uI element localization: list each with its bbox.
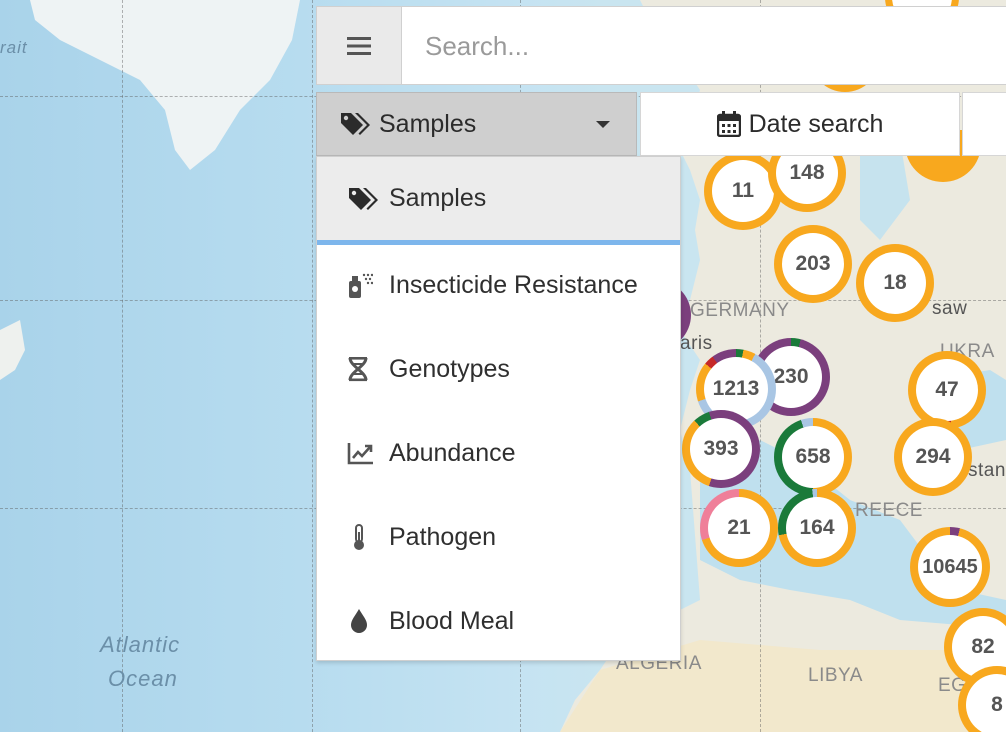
tint-icon	[347, 607, 381, 635]
dropdown-item-insecticide-resistance[interactable]: Insecticide Resistance	[317, 243, 680, 327]
view-select-button[interactable]: Samples	[316, 92, 637, 156]
caret-down-icon	[596, 121, 610, 128]
ocean-label: Ocean	[108, 666, 178, 691]
cluster-count: 393	[690, 418, 752, 480]
dropdown-item-label: Blood Meal	[389, 606, 515, 635]
cluster-count: 203	[782, 233, 844, 295]
dropdown-item-samples[interactable]: Samples	[317, 157, 680, 245]
cluster-count: 658	[782, 426, 844, 488]
toolbar-button[interactable]	[962, 92, 1006, 156]
dropdown-item-label: Genotypes	[389, 354, 510, 383]
strait-label: rait	[0, 38, 28, 57]
dropdown-item-label: Pathogen	[389, 522, 497, 551]
cluster-marker[interactable]: 10645	[910, 527, 990, 607]
grid-line	[312, 0, 313, 732]
tags-icon	[347, 185, 381, 213]
cluster-count: 8	[966, 674, 1006, 732]
city-label-paris: aris	[680, 333, 713, 354]
hamburger-icon	[347, 36, 371, 55]
thermometer-icon	[347, 523, 381, 551]
cluster-count: 18	[864, 252, 926, 314]
cluster-count: 11	[712, 160, 774, 222]
spray-can-icon	[347, 271, 381, 299]
dropdown-item-label: Abundance	[389, 438, 516, 467]
dropdown-item-genotypes[interactable]: Genotypes	[317, 327, 680, 411]
cluster-marker[interactable]: 203	[774, 225, 852, 303]
country-label-germany: GERMANY	[690, 300, 790, 321]
cluster-count: 21	[708, 497, 770, 559]
dropdown-item-abundance[interactable]: Abundance	[317, 411, 680, 495]
ocean-label: Atlantic	[100, 632, 181, 657]
dropdown-item-label: Insecticide Resistance	[389, 270, 638, 299]
cluster-marker[interactable]: 164	[778, 489, 856, 567]
grid-line	[122, 0, 123, 732]
cluster-count: 10645	[918, 535, 982, 599]
cluster-marker[interactable]: 658	[774, 418, 852, 496]
country-label-greece: REECE	[855, 500, 923, 521]
cluster-marker[interactable]: 47	[908, 351, 986, 429]
cluster-marker[interactable]: 21	[700, 489, 778, 567]
cluster-marker[interactable]: 393	[682, 410, 760, 488]
cluster-count: 47	[916, 359, 978, 421]
dropdown-item-blood-meal[interactable]: Blood Meal	[317, 579, 680, 663]
chart-line-icon	[347, 439, 381, 467]
view-dropdown-menu: Samples Insecticide Resistance Genotypes…	[316, 156, 681, 661]
search-bar	[316, 6, 1006, 86]
calendar-icon	[716, 111, 741, 137]
cluster-count: 294	[902, 426, 964, 488]
dropdown-item-label: Samples	[389, 184, 487, 212]
cluster-count: 164	[786, 497, 848, 559]
city-label-warsaw: saw	[932, 298, 968, 319]
date-search-button[interactable]: Date search	[640, 92, 960, 156]
dropdown-item-pathogen[interactable]: Pathogen	[317, 495, 680, 579]
search-input[interactable]	[403, 7, 1006, 86]
view-select-label: Samples	[379, 109, 477, 138]
city-label-istanbul: stan	[968, 460, 1006, 481]
country-label-libya: LIBYA	[808, 665, 863, 686]
date-search-label: Date search	[748, 109, 884, 138]
dna-icon	[347, 355, 381, 383]
cluster-marker[interactable]: 18	[856, 244, 934, 322]
menu-button[interactable]	[317, 7, 402, 84]
cluster-marker[interactable]: 294	[894, 418, 972, 496]
tags-icon	[341, 113, 370, 135]
